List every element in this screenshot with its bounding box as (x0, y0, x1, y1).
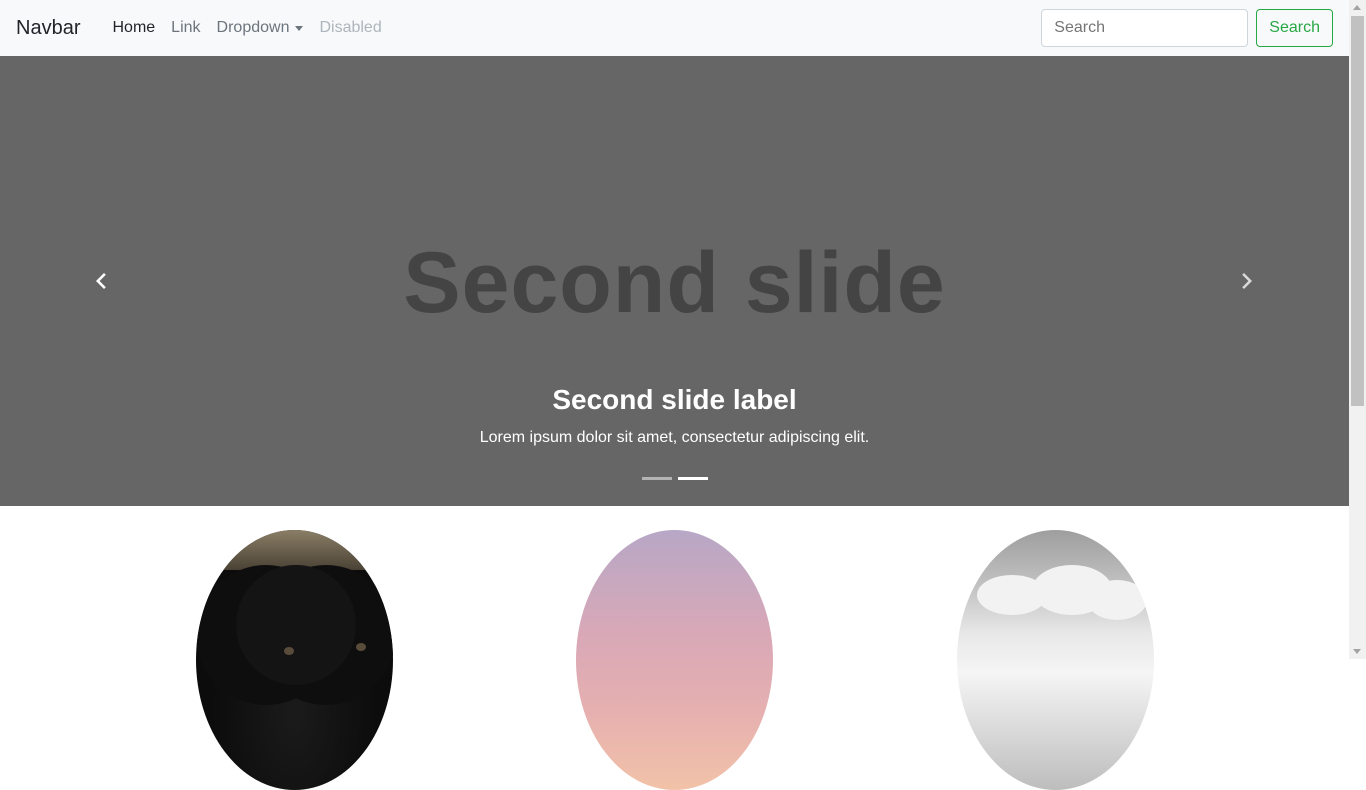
search-button[interactable]: Search (1256, 9, 1333, 47)
carousel-next-button[interactable] (1232, 266, 1262, 296)
nav-link-home[interactable]: Home (104, 19, 163, 37)
cloud-shape (1087, 580, 1147, 620)
marketing-images (0, 506, 1349, 790)
carousel: Second slide Second slide label Lorem ip… (0, 56, 1349, 506)
clouds-image (957, 530, 1154, 790)
carousel-prev-button[interactable] (86, 266, 116, 296)
chevron-left-icon (96, 273, 106, 289)
caret-down-icon (295, 25, 304, 31)
nav-link-link[interactable]: Link (163, 19, 208, 37)
scroll-up-icon[interactable] (1353, 5, 1361, 10)
search-form: Search (1041, 9, 1333, 47)
nav-dropdown-toggle[interactable]: Dropdown (209, 19, 312, 37)
dog-eye-right (356, 643, 366, 651)
sky-image (576, 530, 773, 790)
slide-placeholder-text: Second slide (403, 235, 946, 331)
caption-title: Second slide label (552, 384, 797, 415)
nav-dropdown-label: Dropdown (216, 19, 290, 36)
carousel-indicator-2[interactable] (677, 477, 708, 480)
scroll-thumb[interactable] (1351, 16, 1364, 406)
navbar: Navbar Home Link Dropdown Disabled Searc… (0, 0, 1349, 56)
nav-links: Home Link Dropdown Disabled (104, 19, 389, 37)
search-input[interactable] (1041, 9, 1249, 47)
caption-text: Lorem ipsum dolor sit amet, consectetur … (479, 429, 870, 446)
dog-eye-left (284, 647, 294, 655)
carousel-indicator-1[interactable] (641, 477, 672, 480)
carousel-indicators (0, 477, 1349, 480)
scroll-down-icon[interactable] (1353, 649, 1361, 654)
page-scrollbar[interactable] (1349, 0, 1366, 659)
nav-link-disabled: Disabled (319, 19, 382, 36)
navbar-brand[interactable]: Navbar (16, 17, 80, 40)
chevron-right-icon (1242, 273, 1252, 289)
dog-image (196, 530, 393, 790)
